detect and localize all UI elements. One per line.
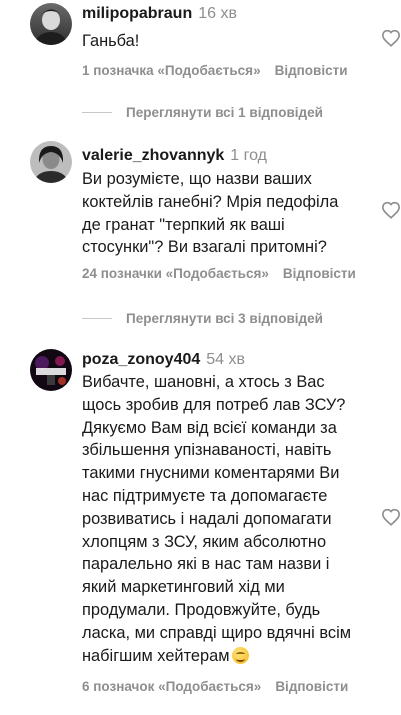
user-avatar-icon <box>30 3 72 45</box>
likes-count[interactable]: 24 позначки «Подобається» <box>82 266 269 281</box>
bar-logo-icon <box>30 349 72 391</box>
like-heart-icon[interactable] <box>381 508 401 526</box>
comment-text-line: Дякуємо Вам від всієї команди за <box>82 418 337 437</box>
comment-time: 54 хв <box>206 351 246 368</box>
user-avatar[interactable] <box>30 141 72 183</box>
comment-time: 1 год <box>230 147 268 164</box>
comment-text: Ви розумієте, що назви ваших коктейлів г… <box>82 168 372 259</box>
comment-text-line: паралельно які в нас там назви і <box>82 555 330 574</box>
comment-text-line: стосунки"? Ви взагалі притомні? <box>82 238 327 257</box>
comment-username[interactable]: poza_zonoy404 <box>82 351 200 368</box>
user-avatar[interactable] <box>30 3 72 45</box>
comment-text-line: нас підтримуєте та допомагаєте <box>82 486 328 505</box>
comment-text-line: коктейлів ганебні? Мрія педофіла <box>82 192 339 211</box>
replies-divider <box>82 317 112 319</box>
smiling-face-emoji-icon <box>231 646 249 664</box>
comment-text-line: збільшення упізнаваності, навіть <box>82 441 332 460</box>
like-heart-icon[interactable] <box>381 29 401 47</box>
view-replies-button[interactable]: Переглянути всі 3 відповідей <box>82 308 323 328</box>
reply-button[interactable]: Відповісти <box>275 63 348 78</box>
comment-text-line: хлопцям з ЗСУ, яким абсолютно <box>82 532 327 551</box>
view-replies-label: Переглянути всі 1 відповідей <box>126 104 323 120</box>
reply-button[interactable]: Відповісти <box>283 266 356 281</box>
comment-text-line: ласка, ми справді щиро вдячні всім <box>82 623 351 642</box>
comment-text-line: який маркетинговий хід ми <box>82 578 285 597</box>
view-replies-button[interactable]: Переглянути всі 1 відповідей <box>82 102 323 122</box>
comment-text-line: розвиватись і надалі допомагати <box>82 509 332 528</box>
replies-divider <box>82 111 112 113</box>
comment-text-line: Вибачте, шановні, а хтось з Вас <box>82 373 325 391</box>
comment-text-line: щось зробив для потреб лав ЗСУ? <box>82 395 346 414</box>
reply-button[interactable]: Відповісти <box>275 679 348 694</box>
comment-text-line: Ви розумієте, що назви ваших <box>82 170 312 188</box>
likes-count[interactable]: 6 позначок «Подобається» <box>82 679 261 694</box>
comment-text-line: де гранат "терпкий як ваші <box>82 215 285 234</box>
comment-text: Вибачте, шановні, а хтось з Вас щось зро… <box>82 371 372 667</box>
comment-text-line: продумали. Продовжуйте, будь <box>82 600 321 619</box>
like-heart-icon[interactable] <box>381 201 401 219</box>
comment-username[interactable]: valerie_zhovannyk <box>82 147 224 164</box>
comment-text-line: такими гнусними коментарями Ви <box>82 464 340 483</box>
likes-count[interactable]: 1 позначка «Подобається» <box>82 63 261 78</box>
comment-text-segment: набігшим хейтерам <box>82 646 230 665</box>
comment-text-line: набігшим хейтерам <box>82 645 372 668</box>
comment-username[interactable]: milipopabraun <box>82 5 192 22</box>
comment-text: Ганьба! <box>82 32 140 50</box>
user-avatar-icon <box>30 141 72 183</box>
bar-logo-avatar[interactable] <box>30 349 72 391</box>
view-replies-label: Переглянути всі 3 відповідей <box>126 310 323 326</box>
comment-time: 16 хв <box>198 5 237 22</box>
